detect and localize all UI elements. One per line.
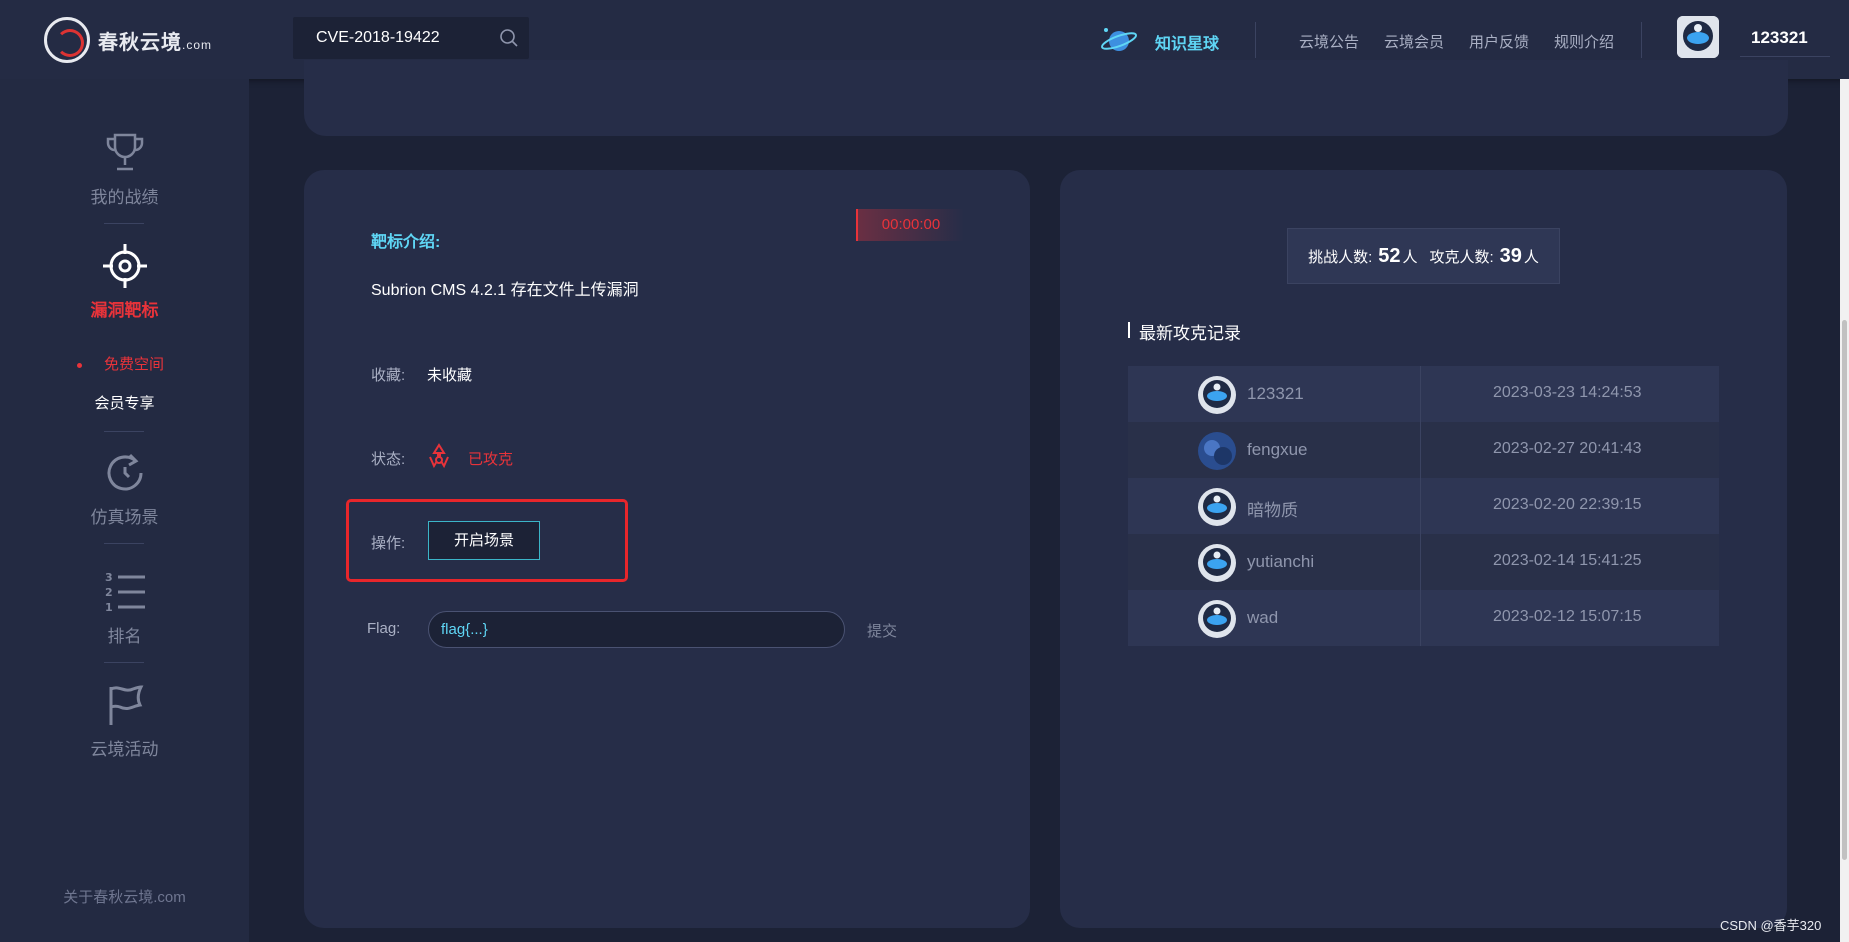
top-panel xyxy=(304,60,1788,136)
avatar xyxy=(1198,544,1236,582)
nav-announcement[interactable]: 云境公告 xyxy=(1299,31,1359,52)
about-link[interactable]: 关于春秋云境.com xyxy=(0,886,249,907)
status-label: 状态: xyxy=(371,451,406,468)
user-avatar[interactable] xyxy=(1677,16,1719,58)
intro-label: 靶标介绍: xyxy=(371,234,441,251)
intro-text: Subrion CMS 4.2.1 存在文件上传漏洞 xyxy=(371,282,639,299)
stats-box: 挑战人数: 52 人 攻克人数: 39 人 xyxy=(1287,228,1560,284)
sidebar-item-vuln-target[interactable]: 漏洞靶标 xyxy=(0,242,249,321)
records-table: 123321 2023-03-23 14:24:53 fengxue 2023-… xyxy=(1128,366,1719,646)
search-box[interactable]: CVE-2018-19422 xyxy=(293,17,529,59)
timer: 00:00:00 xyxy=(856,209,964,241)
logo-text: 春秋云境 xyxy=(98,31,182,54)
record-time: 2023-02-12 15:07:15 xyxy=(1493,608,1642,625)
records-title: 最新攻克记录 xyxy=(1128,319,1241,344)
cell-divider xyxy=(1420,590,1421,646)
submit-button[interactable]: 提交 xyxy=(867,620,897,641)
record-name: 123321 xyxy=(1247,384,1304,403)
table-row: wad 2023-02-12 15:07:15 xyxy=(1128,590,1719,646)
table-row: fengxue 2023-02-27 20:41:43 xyxy=(1128,422,1719,478)
username[interactable]: 123321 xyxy=(1751,28,1808,48)
sidebar-subitem-label: 免费空间 xyxy=(103,356,164,373)
sidebar-item-my-record[interactable]: 我的战绩 xyxy=(0,129,249,208)
watermark: CSDN @香芋320 xyxy=(1720,918,1822,933)
sidebar-item-label: 仿真场景 xyxy=(90,508,159,527)
active-dot xyxy=(76,362,82,368)
nav-rules[interactable]: 规则介绍 xyxy=(1554,31,1614,52)
table-row: 123321 2023-03-23 14:24:53 xyxy=(1128,366,1719,422)
status-value: 已攻克 xyxy=(468,451,514,468)
sidebar-item-activity[interactable]: 云境活动 xyxy=(0,681,249,760)
refresh-icon xyxy=(107,453,142,491)
record-time: 2023-02-14 15:41:25 xyxy=(1493,552,1642,569)
avatar xyxy=(1198,488,1236,526)
avatar xyxy=(1198,432,1236,470)
svg-text:1: 1 xyxy=(105,601,113,614)
record-time: 2023-03-23 14:24:53 xyxy=(1493,384,1642,401)
avatar xyxy=(1198,600,1236,638)
svg-text:3: 3 xyxy=(105,571,113,584)
sidebar-item-ranking[interactable]: 3 2 1 排名 xyxy=(0,568,249,647)
logo-icon xyxy=(44,17,90,63)
favorite-toggle[interactable]: 未收藏 xyxy=(427,364,472,385)
start-scene-button[interactable]: 开启场景 xyxy=(428,521,540,560)
challengers-label: 挑战人数: xyxy=(1308,248,1373,266)
flag-label: Flag: xyxy=(367,620,401,637)
sidebar-item-label: 云境活动 xyxy=(90,740,159,759)
record-name: yutianchi xyxy=(1247,552,1315,571)
planet-icon[interactable] xyxy=(1100,24,1138,56)
unit: 人 xyxy=(1402,248,1418,266)
scrollbar-thumb[interactable] xyxy=(1842,320,1847,860)
sidebar-item-label: 排名 xyxy=(107,627,142,646)
sidebar-subitem-label: 会员专享 xyxy=(94,395,155,412)
record-time: 2023-02-20 22:39:15 xyxy=(1493,496,1642,513)
divider xyxy=(104,662,144,663)
sidebar-item-label: 漏洞靶标 xyxy=(90,301,159,320)
ranking-list-icon: 3 2 1 xyxy=(105,571,145,614)
divider xyxy=(1740,56,1830,57)
nav-feedback[interactable]: 用户反馈 xyxy=(1469,31,1529,52)
record-name: wad xyxy=(1247,608,1279,627)
cell-divider xyxy=(1420,422,1421,478)
cell-divider xyxy=(1420,366,1421,422)
favorite-label: 收藏: xyxy=(371,367,406,384)
search-input[interactable]: CVE-2018-19422 xyxy=(316,29,489,47)
sidebar-item-label: 我的战绩 xyxy=(90,188,159,207)
svg-text:2: 2 xyxy=(105,586,113,599)
knowledge-planet-link[interactable]: 知识星球 xyxy=(1155,30,1219,54)
challengers-value: 52 xyxy=(1378,244,1401,267)
flag-icon xyxy=(109,685,143,725)
record-name: fengxue xyxy=(1247,440,1308,459)
flag-input[interactable]: flag{...} xyxy=(428,611,845,648)
table-row: yutianchi 2023-02-14 15:41:25 xyxy=(1128,534,1719,590)
search-icon[interactable] xyxy=(489,17,529,59)
records-title-text: 最新攻克记录 xyxy=(1139,324,1241,343)
record-time: 2023-02-27 20:41:43 xyxy=(1493,440,1642,457)
solvers-label: 攻克人数: xyxy=(1429,248,1494,266)
sidebar-subitem-free[interactable]: 免费空间 xyxy=(0,353,249,374)
divider xyxy=(1255,22,1256,58)
unit: 人 xyxy=(1523,248,1539,266)
trophy-icon xyxy=(106,133,143,171)
avatar xyxy=(1198,376,1236,414)
solvers-value: 39 xyxy=(1499,244,1522,267)
target-icon xyxy=(102,244,147,288)
logo-suffix: .com xyxy=(182,37,213,52)
table-row: 暗物质 2023-02-20 22:39:15 xyxy=(1128,478,1719,534)
sidebar-subitem-member[interactable]: 会员专享 xyxy=(0,392,249,413)
action-label: 操作: xyxy=(371,535,406,552)
nav-membership[interactable]: 云境会员 xyxy=(1384,31,1444,52)
sidebar-item-simulation[interactable]: 仿真场景 xyxy=(0,449,249,528)
site-logo[interactable]: 春秋云境.com xyxy=(44,16,212,64)
divider xyxy=(104,431,144,432)
sidebar: 我的战绩 漏洞靶标 免费空间 会员专享 仿真场景 3 2 1 排名 云境活动 关… xyxy=(0,79,249,942)
record-name: 暗物质 xyxy=(1247,501,1298,520)
cell-divider xyxy=(1420,534,1421,590)
cell-divider xyxy=(1420,478,1421,534)
divider xyxy=(1641,22,1642,58)
solved-icon xyxy=(429,443,449,469)
divider xyxy=(104,223,144,224)
divider xyxy=(104,543,144,544)
